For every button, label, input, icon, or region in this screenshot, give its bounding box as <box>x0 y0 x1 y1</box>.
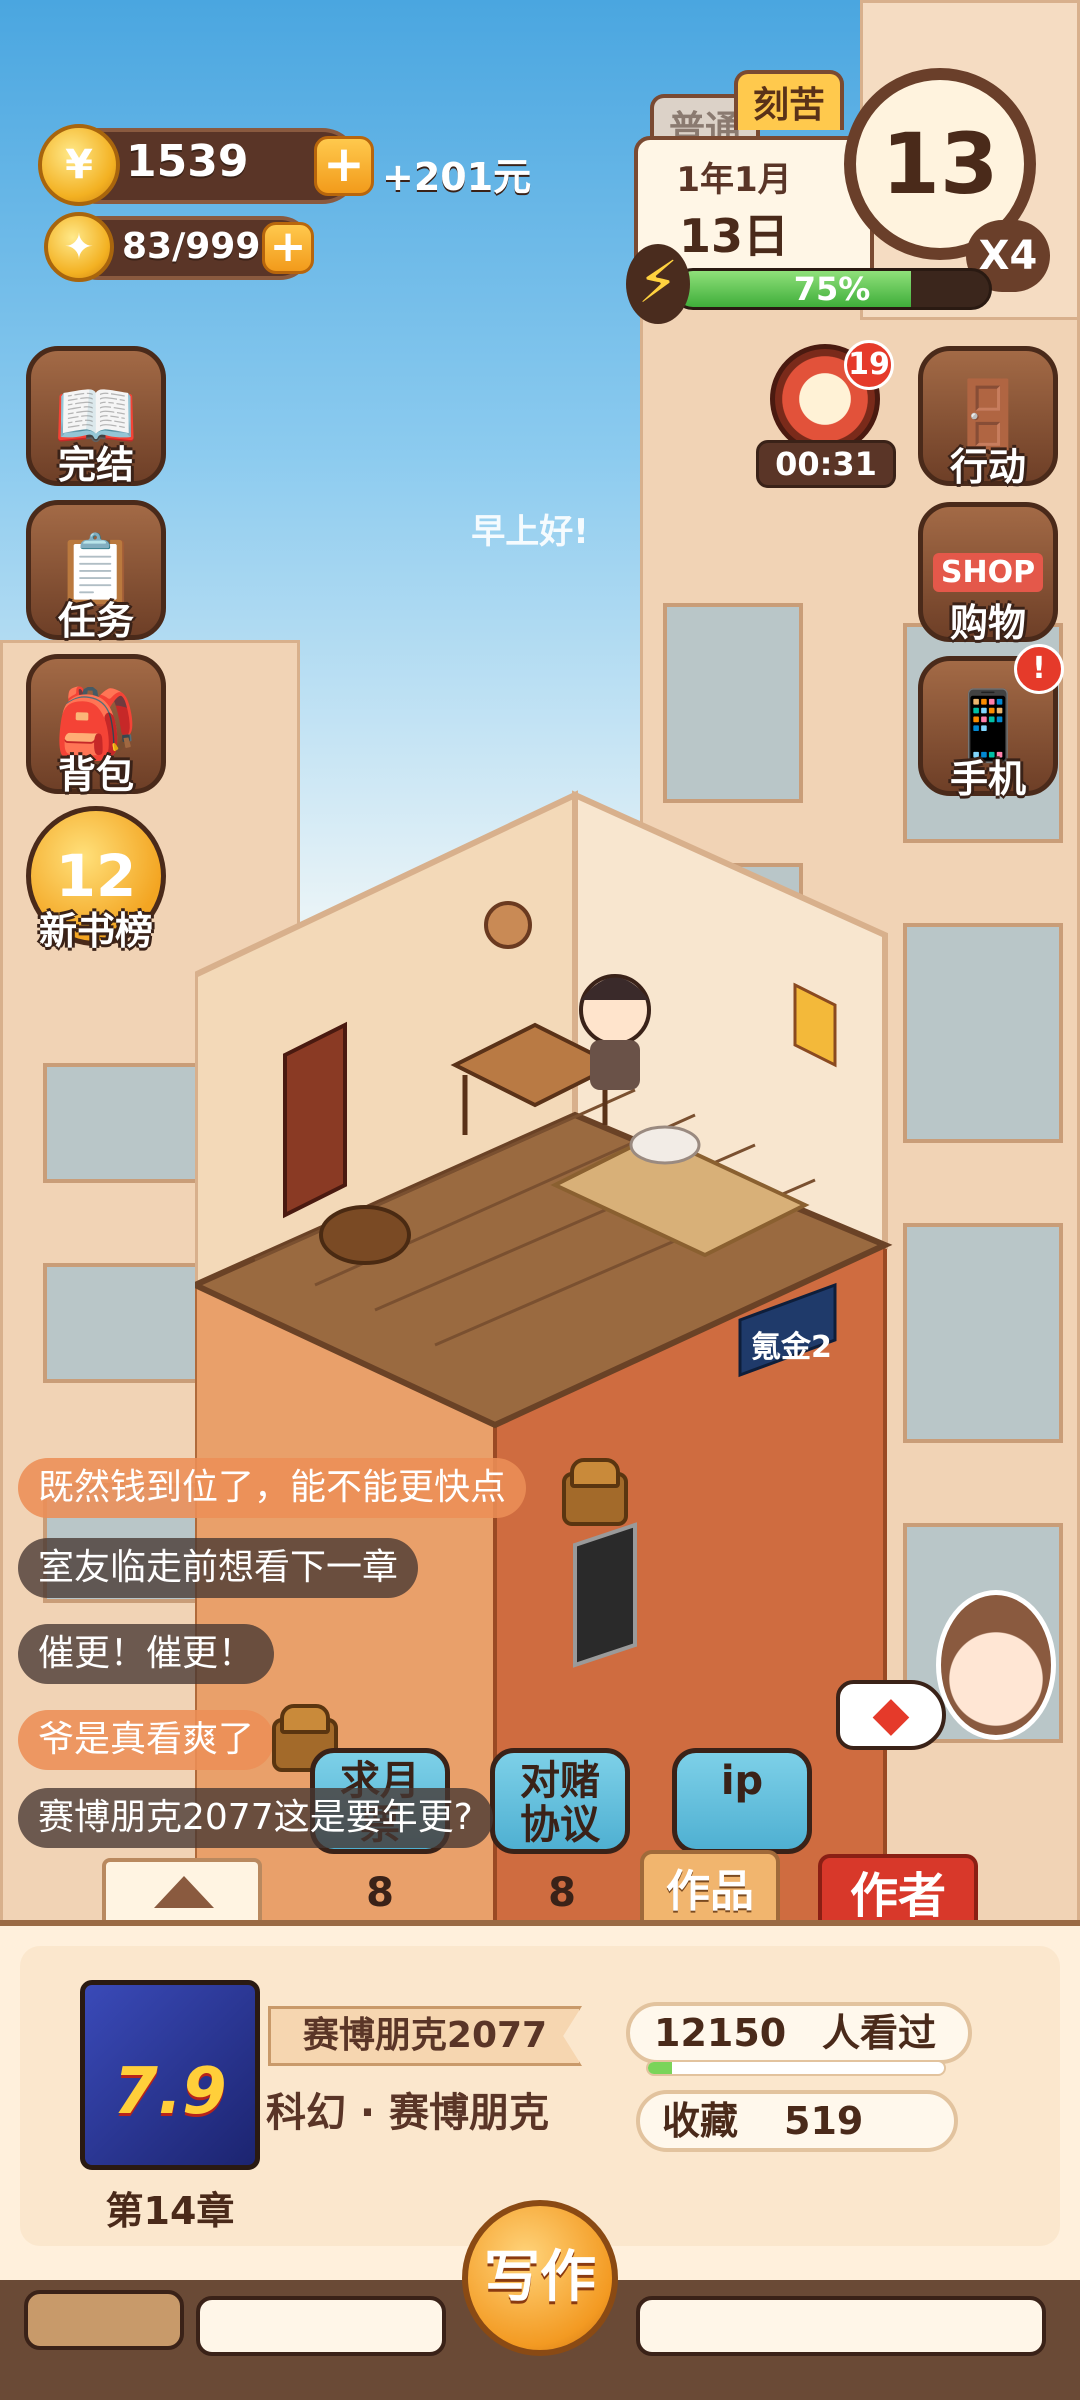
writing-progress-label: 75% <box>793 270 871 308</box>
lightning-icon[interactable]: ⚡ <box>626 244 690 324</box>
book-title: 赛博朋克2077 <box>268 2006 582 2066</box>
add-coins-button[interactable]: + <box>314 136 374 196</box>
phone-label: 手机 <box>949 757 1026 801</box>
writing-progress-bar: 75% <box>672 268 992 310</box>
timer-countdown: 00:31 <box>756 440 896 488</box>
ask-monthly-ticket-count: 8 <box>366 1870 394 1916</box>
chapter-label: 第14章 <box>105 2189 235 2233</box>
slot-middle <box>196 2296 446 2356</box>
chat-message: 赛博朋克2077这是要年更? <box>18 1788 493 1848</box>
book-cover[interactable]: 7.9 <box>80 1980 260 2170</box>
chat-message: 室友临走前想看下一章 <box>18 1538 419 1598</box>
gamble-agreement-button[interactable]: 对赌 协议 <box>490 1748 630 1854</box>
readers-progress-fill <box>648 2062 672 2074</box>
favorites-label: 收藏 <box>662 2099 739 2143</box>
gamble-agreement-label-2: 协议 <box>520 1802 600 1848</box>
tasks-label: 任务 <box>57 599 134 643</box>
ip-label: ip <box>720 1758 764 1804</box>
readers-count: 12150 <box>654 2011 787 2055</box>
expand-panel-button[interactable] <box>102 1858 262 1928</box>
backpack-label: 背包 <box>57 753 134 797</box>
tab-works[interactable]: 作品 <box>640 1850 780 1930</box>
shop-label: 购物 <box>949 601 1026 645</box>
add-energy-button[interactable]: + <box>262 222 314 274</box>
gamble-agreement-label-1: 对赌 <box>520 1758 600 1804</box>
readers-progress-bar <box>646 2060 946 2076</box>
chat-message: 既然钱到位了，能不能更快点 <box>18 1458 527 1518</box>
write-button[interactable]: 写作 <box>462 2200 618 2356</box>
shop-icon: SHOP <box>932 552 1044 592</box>
new-book-rank-label: 新书榜 <box>38 909 153 953</box>
finished-books-label: 完结 <box>57 443 134 487</box>
coin-icon: ¥ <box>38 124 120 206</box>
ip-button[interactable]: ip <box>672 1748 812 1854</box>
income-text: +201元 <box>382 155 532 199</box>
readers-pill: 12150 人看过 <box>626 2002 972 2064</box>
girl-avatar[interactable] <box>936 1590 1056 1740</box>
greeting-text: 早上好! <box>471 512 589 552</box>
hint-arrow[interactable]: ◆ <box>836 1680 946 1750</box>
favorites-count: 519 <box>784 2099 864 2143</box>
slot-left <box>24 2290 184 2350</box>
favorites-pill: 收藏 519 <box>636 2090 958 2152</box>
wall-poster-text: 氪金2 <box>751 1330 832 1365</box>
treasure-chest-icon[interactable] <box>562 1458 628 1526</box>
lightbulb-icon: ✦ <box>44 212 114 282</box>
phone-alert-badge: ! <box>1014 644 1064 694</box>
readers-label: 人看过 <box>822 2011 937 2055</box>
chat-message: 催更！催更！ <box>18 1624 275 1684</box>
timer-count-badge: 19 <box>844 340 894 390</box>
gamble-agreement-count: 8 <box>548 1870 576 1916</box>
book-score: 7.9 <box>113 2055 227 2129</box>
tab-hard-mode[interactable]: 刻苦 <box>734 70 844 130</box>
slot-right <box>636 2296 1046 2356</box>
action-label: 行动 <box>949 445 1026 489</box>
energy-count: 83/999 <box>122 226 261 267</box>
book-genre: 科幻 · 赛博朋克 <box>266 2090 550 2136</box>
date-month: 1年1月 <box>676 160 792 200</box>
coin-count: 1539 <box>126 136 249 187</box>
chat-message: 爷是真看爽了 <box>18 1710 275 1770</box>
